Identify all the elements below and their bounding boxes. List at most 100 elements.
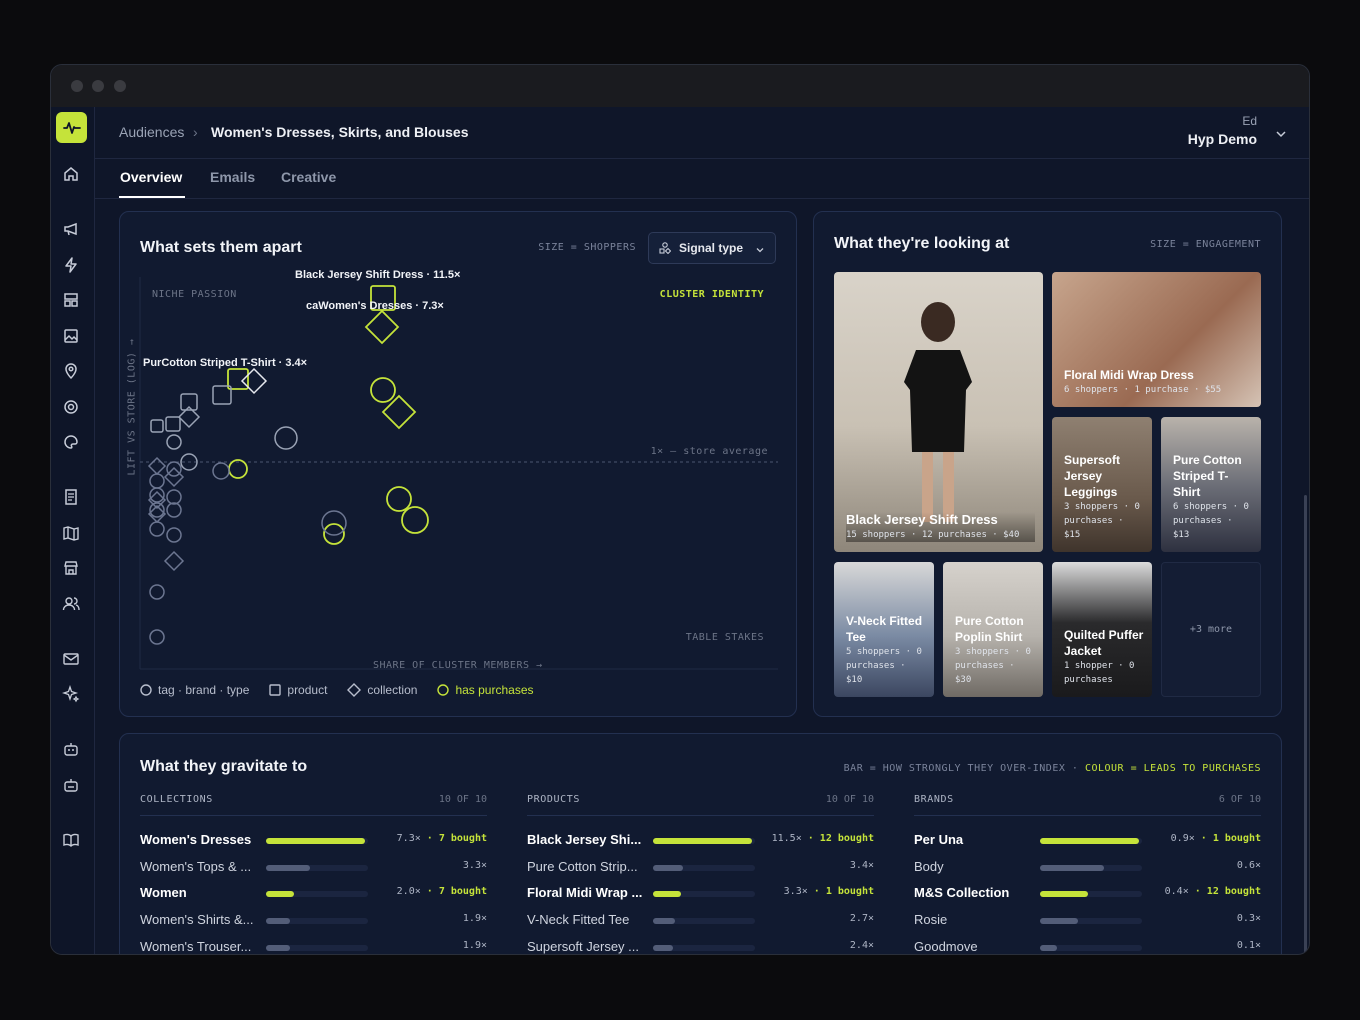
location-pin-icon[interactable] xyxy=(62,362,80,380)
bolt-icon[interactable] xyxy=(62,256,80,274)
legend-item-product[interactable]: product xyxy=(269,683,327,697)
index-bar-fill xyxy=(1040,891,1088,898)
pulse-logo-icon[interactable] xyxy=(56,112,87,143)
palette-icon[interactable] xyxy=(62,433,80,451)
window-close-dot[interactable] xyxy=(71,80,83,92)
index-row[interactable]: Supersoft Jersey ... 2.4× xyxy=(527,932,874,954)
scatter-mark[interactable] xyxy=(321,510,347,536)
tab-emails[interactable]: Emails xyxy=(210,169,255,185)
gravitate-note-accent: COLOUR = LEADS TO PURCHASES xyxy=(1084,763,1261,774)
looking-card: What they're looking at SIZE = ENGAGEMEN… xyxy=(813,211,1282,717)
product-tile[interactable]: Supersoft Jersey Leggings 3 shoppers · 0… xyxy=(1052,417,1152,552)
gravitate-column-collections: COLLECTIONS 10 OF 10 Women's Dresses 7.3× ·… xyxy=(140,794,487,954)
product-tile[interactable]: V-Neck Fitted Tee 5 shoppers · 0 purchas… xyxy=(834,562,934,697)
legend-item-collection[interactable]: collection xyxy=(347,683,417,697)
row-lift: 0.6× xyxy=(1236,859,1261,871)
product-tile[interactable]: Pure Cotton Poplin Shirt 3 shoppers · 0 … xyxy=(943,562,1043,697)
tab-bar: Overview Emails Creative xyxy=(95,159,1309,199)
document-icon[interactable] xyxy=(62,488,80,506)
index-row[interactable]: Women 2.0× · 7 bought xyxy=(140,878,487,905)
column-heading: BRANDS xyxy=(914,794,954,805)
row-bought: · 12 bought xyxy=(807,833,874,844)
index-row[interactable]: M&S Collection 0.4× · 12 bought xyxy=(914,878,1261,905)
scatter-mark[interactable] xyxy=(401,506,429,534)
index-row[interactable]: Per Una 0.9× · 1 bought xyxy=(914,825,1261,852)
product-tile[interactable]: Black Jersey Shift Dress 15 shoppers · 1… xyxy=(834,272,1043,552)
legend-item-tag[interactable]: tag · brand · type xyxy=(140,683,249,697)
scatter-mark[interactable] xyxy=(149,473,165,489)
tab-overview[interactable]: Overview xyxy=(120,169,182,185)
scatter-mark[interactable] xyxy=(212,462,230,480)
index-row[interactable]: Body 0.6× xyxy=(914,852,1261,879)
scatter-mark[interactable] xyxy=(166,434,182,450)
index-row[interactable]: Women's Tops & ... 3.3× xyxy=(140,852,487,879)
bot-alt-icon[interactable] xyxy=(62,776,80,794)
y-axis-label: LIFT VS STORE (LOG) → xyxy=(126,338,138,476)
row-value: 3.3× · 1 bought xyxy=(784,886,874,897)
index-row[interactable]: Floral Midi Wrap ... 3.3× · 1 bought xyxy=(527,878,874,905)
index-row[interactable]: Women's Shirts &... 1.9× xyxy=(140,905,487,932)
book-icon[interactable] xyxy=(62,831,80,849)
scatter-mark[interactable] xyxy=(166,527,182,543)
account-name[interactable]: Hyp Demo xyxy=(1188,131,1257,147)
app-window: Audiences › Women's Dresses, Skirts, and… xyxy=(50,64,1310,955)
breadcrumb-parent[interactable]: Audiences xyxy=(119,124,184,140)
bot-icon[interactable] xyxy=(62,740,80,758)
row-name: Floral Midi Wrap ... xyxy=(527,885,643,901)
content-scrollbar[interactable] xyxy=(1304,495,1307,954)
index-row[interactable]: Women's Trouser... 1.9× xyxy=(140,932,487,954)
scatter-mark[interactable] xyxy=(274,426,298,450)
scatter-mark[interactable] xyxy=(150,419,164,433)
row-value: 3.4× xyxy=(850,860,874,871)
more-products-button[interactable]: +3 more xyxy=(1161,562,1261,697)
row-name: Women's Tops & ... xyxy=(140,858,252,874)
index-row[interactable]: Black Jersey Shi... 11.5× · 12 bought xyxy=(527,825,874,852)
scatter-mark[interactable] xyxy=(149,629,165,645)
product-tile[interactable]: Floral Midi Wrap Dress 6 shoppers · 1 pu… xyxy=(1052,272,1261,407)
legend-item-purchases[interactable]: has purchases xyxy=(437,683,534,697)
window-minimize-dot[interactable] xyxy=(92,80,104,92)
map-icon[interactable] xyxy=(62,524,80,542)
row-name: Supersoft Jersey ... xyxy=(527,938,639,954)
scatter-mark[interactable] xyxy=(166,502,182,518)
scatter-mark[interactable] xyxy=(165,416,181,432)
scatter-mark[interactable] xyxy=(364,309,400,345)
target-icon[interactable] xyxy=(62,398,80,416)
scatter-mark[interactable] xyxy=(147,456,167,476)
apart-card: What sets them apart SIZE = SHOPPERS Sig… xyxy=(119,211,797,717)
index-row[interactable]: V-Neck Fitted Tee 2.7× xyxy=(527,905,874,932)
scatter-mark[interactable] xyxy=(386,486,412,512)
index-row[interactable]: Women's Dresses 7.3× · 7 bought xyxy=(140,825,487,852)
scatter-mark[interactable] xyxy=(323,523,345,545)
legend-circle-icon xyxy=(140,684,152,696)
scatter-mark[interactable] xyxy=(149,521,165,537)
index-bar-track xyxy=(266,838,368,844)
index-row[interactable]: Pure Cotton Strip... 3.4× xyxy=(527,852,874,879)
row-value: 0.9× · 1 bought xyxy=(1171,833,1261,844)
scatter-mark[interactable] xyxy=(228,459,248,479)
megaphone-icon[interactable] xyxy=(62,220,80,238)
product-tile[interactable]: Pure Cotton Striped T-Shirt 6 shoppers ·… xyxy=(1161,417,1261,552)
window-zoom-dot[interactable] xyxy=(114,80,126,92)
tab-creative[interactable]: Creative xyxy=(281,169,336,185)
scatter-mark[interactable] xyxy=(166,489,182,505)
gallery-icon[interactable] xyxy=(62,327,80,345)
index-bar-fill xyxy=(266,891,294,898)
home-icon[interactable] xyxy=(62,165,80,183)
index-bar-fill xyxy=(1040,838,1139,844)
chevron-down-icon[interactable] xyxy=(1275,127,1287,145)
index-row[interactable]: Rosie 0.3× xyxy=(914,905,1261,932)
scatter-mark[interactable] xyxy=(149,584,165,600)
index-bar-track xyxy=(1040,918,1142,925)
index-row[interactable]: Goodmove 0.1× xyxy=(914,932,1261,954)
scatter-mark[interactable] xyxy=(370,377,396,403)
layout-icon[interactable] xyxy=(62,291,80,309)
users-icon[interactable] xyxy=(62,595,80,613)
row-value: 0.1× xyxy=(1237,940,1261,951)
store-icon[interactable] xyxy=(62,559,80,577)
mail-icon[interactable] xyxy=(62,650,80,668)
scatter-mark[interactable] xyxy=(149,487,165,503)
scatter-mark[interactable] xyxy=(163,550,185,572)
product-tile[interactable]: Quilted Puffer Jacket 1 shopper · 0 purc… xyxy=(1052,562,1152,697)
sparkle-icon[interactable] xyxy=(61,684,80,703)
